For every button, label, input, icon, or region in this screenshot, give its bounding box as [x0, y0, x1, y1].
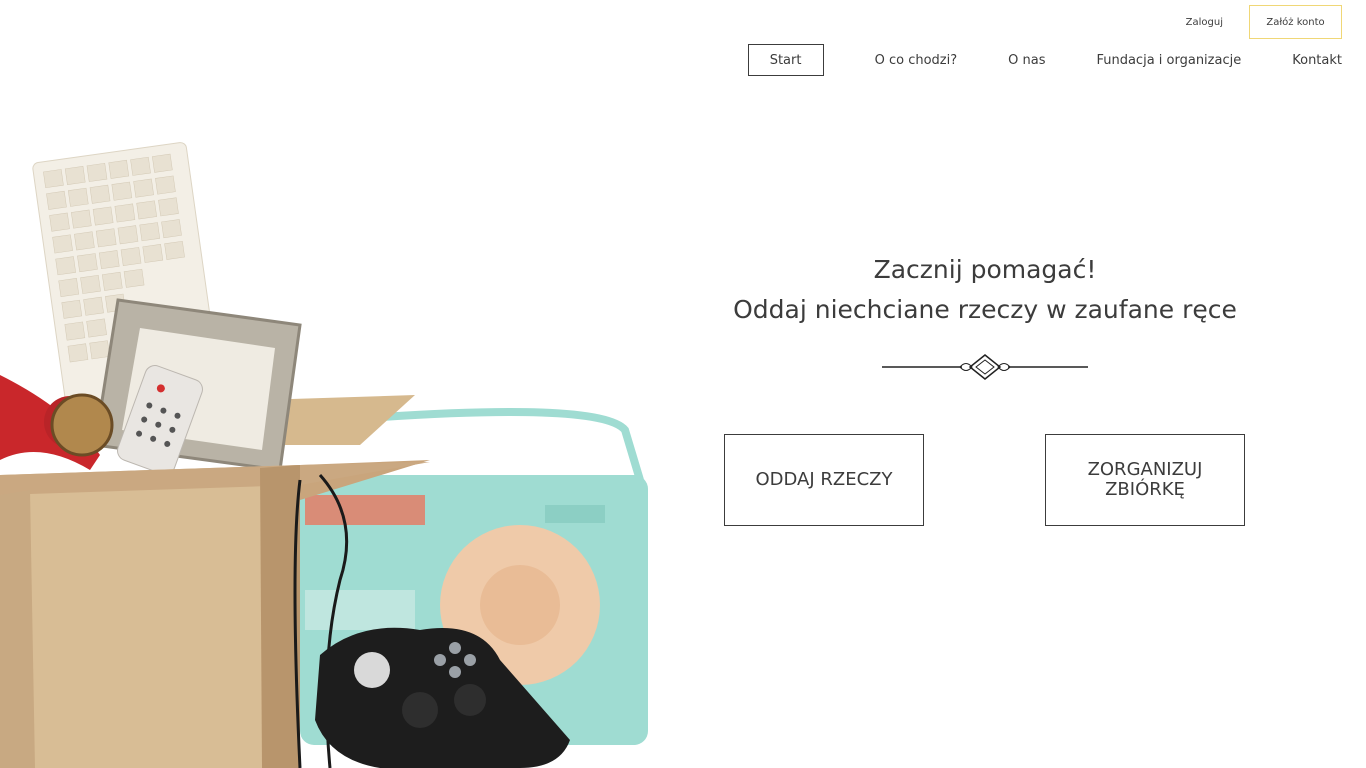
hero-title-line2: Oddaj niechciane rzeczy w zaufane ręce [733, 295, 1237, 324]
nav-item-kontakt[interactable]: Kontakt [1292, 53, 1342, 68]
hero-image [0, 142, 648, 768]
register-button[interactable]: Załóż konto [1249, 5, 1342, 39]
nav-item-o-co-chodzi[interactable]: O co chodzi? [875, 53, 958, 68]
ornament-divider-icon [882, 354, 1088, 380]
login-link[interactable]: Zaloguj [1186, 17, 1223, 28]
nav-item-fundacja[interactable]: Fundacja i organizacje [1096, 53, 1241, 68]
main-nav: Start O co chodzi? O nas Fundacja i orga… [747, 44, 1342, 76]
give-items-button[interactable]: ODDAJ RZECZY [724, 434, 924, 526]
nav-item-start[interactable]: Start [747, 44, 824, 76]
auth-bar: Zaloguj Załóż konto [1186, 5, 1342, 39]
nav-item-o-nas[interactable]: O nas [1008, 53, 1045, 68]
hero-title-line1: Zacznij pomagać! [873, 255, 1097, 284]
hero-section: Zacznij pomagać! Oddaj niechciane rzeczy… [700, 250, 1270, 330]
organize-collection-button[interactable]: ZORGANIZUJ ZBIÓRKĘ [1045, 434, 1245, 526]
